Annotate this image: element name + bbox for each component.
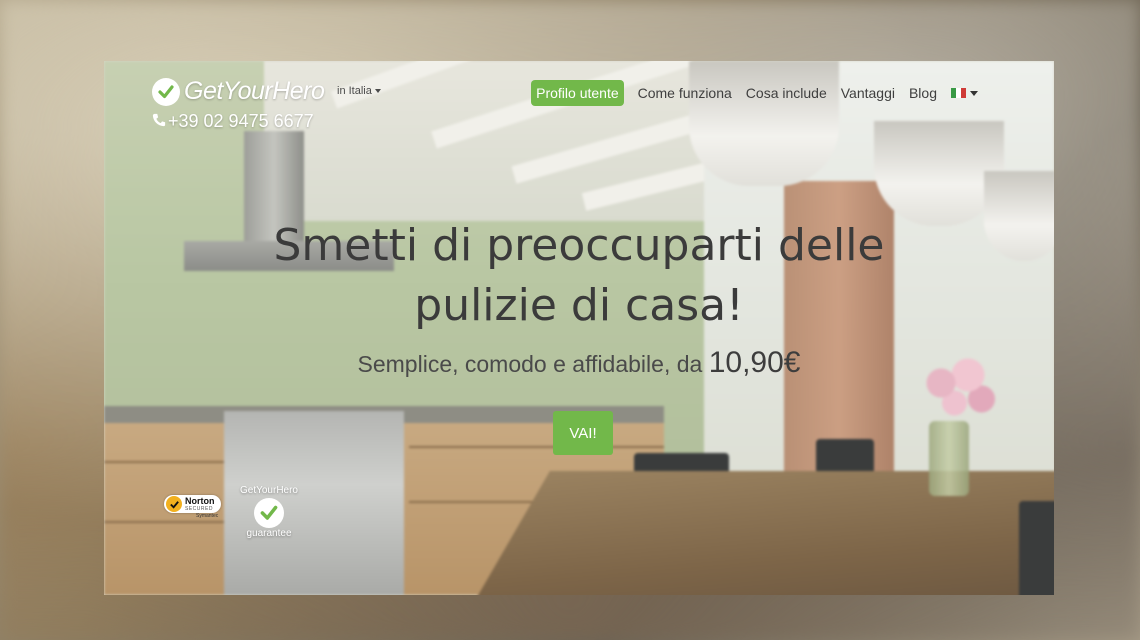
chevron-down-icon (970, 90, 978, 96)
hero-title-line2: pulizie di casa! (414, 280, 744, 331)
chevron-down-icon (374, 89, 381, 93)
checkmark-icon (254, 498, 284, 528)
hero-title-line1: Smetti di preoccuparti delle (273, 220, 885, 271)
brand-logo[interactable]: GetYourHero (152, 77, 325, 106)
main-nav: Profilo utente Come funziona Cosa includ… (531, 80, 978, 106)
norton-secured-badge[interactable]: Norton SECURED Symantec (164, 495, 221, 519)
guarantee-label: guarantee (246, 528, 292, 539)
guarantee-badge[interactable]: GetYourHero guarantee (239, 485, 299, 539)
hero-subtitle: Semplice, comodo e affidabile, da 10,90€ (104, 346, 1054, 380)
norton-name: Norton (185, 495, 215, 506)
hero-subtitle-text: Semplice, comodo e affidabile, da (357, 351, 709, 377)
phone-number[interactable]: +39 02 9475 6677 (152, 111, 314, 132)
hero-title: Smetti di preoccuparti delle pulizie di … (104, 216, 1054, 336)
nav-vantaggi[interactable]: Vantaggi (841, 85, 895, 101)
region-label: in Italia (337, 85, 372, 97)
guarantee-brand: GetYourHero (240, 485, 298, 496)
nav-cosa-include[interactable]: Cosa include (746, 85, 827, 101)
region-dropdown[interactable]: in Italia (337, 85, 381, 97)
checkmark-icon (152, 77, 180, 106)
italy-flag-icon (951, 88, 966, 98)
screenshot-frame: GetYourHero +39 02 9475 6677 in Italia P… (104, 61, 1054, 595)
brand-name: GetYourHero (184, 77, 325, 105)
norton-secured-label: SECURED (185, 505, 213, 512)
symantec-label: Symantec (196, 513, 219, 519)
norton-check-icon (166, 496, 182, 512)
hero-price: 10,90€ (708, 346, 801, 379)
nav-profile-button[interactable]: Profilo utente (531, 80, 624, 106)
nav-come-funziona[interactable]: Come funziona (638, 85, 732, 101)
cta-button[interactable]: VAI! (553, 411, 613, 455)
language-selector[interactable] (951, 88, 978, 98)
nav-blog[interactable]: Blog (909, 85, 937, 101)
phone-icon (152, 111, 166, 132)
phone-text: +39 02 9475 6677 (168, 111, 314, 131)
